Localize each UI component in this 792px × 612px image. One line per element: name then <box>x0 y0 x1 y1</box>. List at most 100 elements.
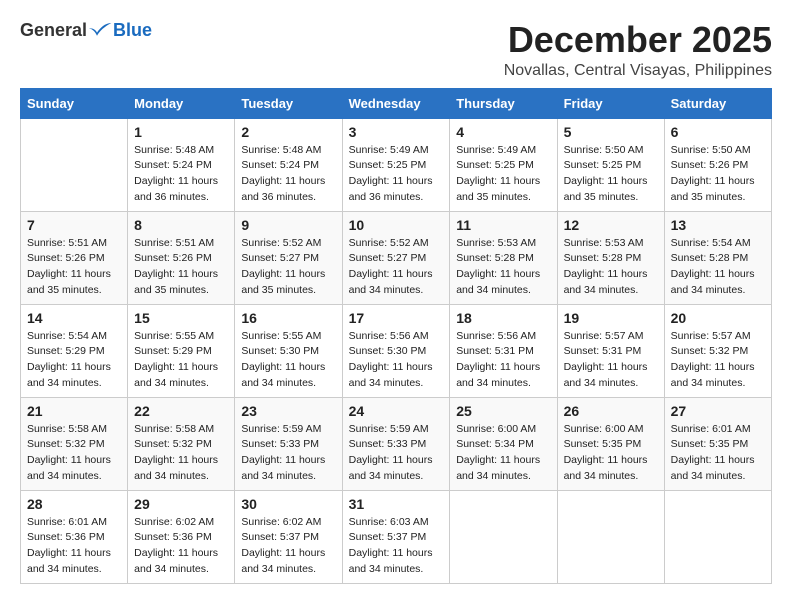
day-number: 10 <box>349 217 444 233</box>
day-info: Sunrise: 5:58 AMSunset: 5:32 PMDaylight:… <box>27 422 121 485</box>
logo-general-text: General <box>20 20 87 41</box>
day-number: 4 <box>456 124 550 140</box>
day-info: Sunrise: 5:55 AMSunset: 5:29 PMDaylight:… <box>134 329 228 392</box>
calendar-cell: 4Sunrise: 5:49 AMSunset: 5:25 PMDaylight… <box>450 118 557 211</box>
calendar-cell: 30 Sunrise: 6:02 AMSunset: 5:37 PMDayligh… <box>235 490 342 583</box>
day-info: Sunrise: 5:51 AMSunset: 5:26 PMDaylight:… <box>27 236 121 299</box>
calendar-cell: 18Sunrise: 5:56 AMSunset: 5:31 PMDayligh… <box>450 304 557 397</box>
day-info: Sunrise: 5:53 AMSunset: 5:28 PMDaylight:… <box>456 236 550 299</box>
calendar-cell: 31 Sunrise: 6:03 AMSunset: 5:37 PMDayligh… <box>342 490 450 583</box>
calendar-week-row: 28Sunrise: 6:01 AMSunset: 5:36 PMDayligh… <box>21 490 772 583</box>
day-info: Sunrise: 6:02 AMSunset: 5:37 PMDaylight:… <box>241 515 335 578</box>
calendar-cell: 12 Sunrise: 5:53 AMSunset: 5:28 PMDayligh… <box>557 211 664 304</box>
calendar-cell: 23 Sunrise: 5:59 AMSunset: 5:33 PMDayligh… <box>235 397 342 490</box>
calendar-cell: 29 Sunrise: 6:02 AMSunset: 5:36 PMDayligh… <box>128 490 235 583</box>
day-number: 18 <box>456 310 550 326</box>
day-number: 30 <box>241 496 335 512</box>
day-number: 23 <box>241 403 335 419</box>
calendar-cell: 8Sunrise: 5:51 AMSunset: 5:26 PMDaylight… <box>128 211 235 304</box>
calendar-cell: 21 Sunrise: 5:58 AMSunset: 5:32 PMDayligh… <box>21 397 128 490</box>
day-number: 2 <box>241 124 335 140</box>
day-number: 19 <box>564 310 658 326</box>
calendar-cell: 16Sunrise: 5:55 AMSunset: 5:30 PMDayligh… <box>235 304 342 397</box>
calendar-cell: 24Sunrise: 5:59 AMSunset: 5:33 PMDayligh… <box>342 397 450 490</box>
weekday-header: Thursday <box>450 88 557 118</box>
day-info: Sunrise: 5:48 AMSunset: 5:24 PMDaylight:… <box>134 143 228 206</box>
calendar-week-row: 21 Sunrise: 5:58 AMSunset: 5:32 PMDayligh… <box>21 397 772 490</box>
weekday-header: Tuesday <box>235 88 342 118</box>
day-number: 14 <box>27 310 121 326</box>
location-title: Novallas, Central Visayas, Philippines <box>504 62 772 80</box>
day-info: Sunrise: 5:50 AMSunset: 5:25 PMDaylight:… <box>564 143 658 206</box>
calendar-cell: 10 Sunrise: 5:52 AMSunset: 5:27 PMDayligh… <box>342 211 450 304</box>
day-number: 20 <box>671 310 765 326</box>
calendar-week-row: 7Sunrise: 5:51 AMSunset: 5:26 PMDaylight… <box>21 211 772 304</box>
weekday-header: Friday <box>557 88 664 118</box>
day-number: 22 <box>134 403 228 419</box>
calendar-cell: 28Sunrise: 6:01 AMSunset: 5:36 PMDayligh… <box>21 490 128 583</box>
day-number: 1 <box>134 124 228 140</box>
month-title: December 2025 <box>504 20 772 60</box>
day-info: Sunrise: 6:00 AMSunset: 5:35 PMDaylight:… <box>564 422 658 485</box>
day-number: 21 <box>27 403 121 419</box>
calendar-cell <box>664 490 771 583</box>
day-info: Sunrise: 5:52 AMSunset: 5:27 PMDaylight:… <box>349 236 444 299</box>
day-info: Sunrise: 5:55 AMSunset: 5:30 PMDaylight:… <box>241 329 335 392</box>
day-info: Sunrise: 6:03 AMSunset: 5:37 PMDaylight:… <box>349 515 444 578</box>
day-number: 29 <box>134 496 228 512</box>
day-number: 12 <box>564 217 658 233</box>
day-number: 27 <box>671 403 765 419</box>
weekday-header: Sunday <box>21 88 128 118</box>
day-info: Sunrise: 5:53 AMSunset: 5:28 PMDaylight:… <box>564 236 658 299</box>
day-info: Sunrise: 6:02 AMSunset: 5:36 PMDaylight:… <box>134 515 228 578</box>
day-number: 6 <box>671 124 765 140</box>
day-info: Sunrise: 5:58 AMSunset: 5:32 PMDaylight:… <box>134 422 228 485</box>
calendar-cell: 11 Sunrise: 5:53 AMSunset: 5:28 PMDayligh… <box>450 211 557 304</box>
day-number: 24 <box>349 403 444 419</box>
calendar-header-row: SundayMondayTuesdayWednesdayThursdayFrid… <box>21 88 772 118</box>
calendar-cell: 14 Sunrise: 5:54 AMSunset: 5:29 PMDayligh… <box>21 304 128 397</box>
day-info: Sunrise: 5:51 AMSunset: 5:26 PMDaylight:… <box>134 236 228 299</box>
day-number: 11 <box>456 217 550 233</box>
calendar-cell: 1 Sunrise: 5:48 AMSunset: 5:24 PMDaylight… <box>128 118 235 211</box>
day-info: Sunrise: 5:54 AMSunset: 5:29 PMDaylight:… <box>27 329 121 392</box>
calendar-cell <box>557 490 664 583</box>
day-info: Sunrise: 5:52 AMSunset: 5:27 PMDaylight:… <box>241 236 335 299</box>
calendar-cell: 17 Sunrise: 5:56 AMSunset: 5:30 PMDayligh… <box>342 304 450 397</box>
day-info: Sunrise: 5:50 AMSunset: 5:26 PMDaylight:… <box>671 143 765 206</box>
weekday-header: Wednesday <box>342 88 450 118</box>
calendar-cell: 2 Sunrise: 5:48 AMSunset: 5:24 PMDaylight… <box>235 118 342 211</box>
logo-blue-text: Blue <box>113 20 152 41</box>
calendar-cell: 9 Sunrise: 5:52 AMSunset: 5:27 PMDaylight… <box>235 211 342 304</box>
calendar-cell: 6 Sunrise: 5:50 AMSunset: 5:26 PMDaylight… <box>664 118 771 211</box>
day-info: Sunrise: 6:01 AMSunset: 5:35 PMDaylight:… <box>671 422 765 485</box>
calendar-cell: 19 Sunrise: 5:57 AMSunset: 5:31 PMDayligh… <box>557 304 664 397</box>
calendar-table: SundayMondayTuesdayWednesdayThursdayFrid… <box>20 88 772 584</box>
calendar-cell: 7Sunrise: 5:51 AMSunset: 5:26 PMDaylight… <box>21 211 128 304</box>
day-info: Sunrise: 5:49 AMSunset: 5:25 PMDaylight:… <box>349 143 444 206</box>
day-number: 13 <box>671 217 765 233</box>
logo: General Blue <box>20 20 152 41</box>
calendar-cell <box>450 490 557 583</box>
calendar-cell: 15Sunrise: 5:55 AMSunset: 5:29 PMDayligh… <box>128 304 235 397</box>
calendar-cell: 27 Sunrise: 6:01 AMSunset: 5:35 PMDayligh… <box>664 397 771 490</box>
day-info: Sunrise: 5:59 AMSunset: 5:33 PMDaylight:… <box>241 422 335 485</box>
calendar-cell: 25Sunrise: 6:00 AMSunset: 5:34 PMDayligh… <box>450 397 557 490</box>
day-number: 31 <box>349 496 444 512</box>
day-number: 5 <box>564 124 658 140</box>
page-header: General Blue December 2025 Novallas, Cen… <box>20 20 772 80</box>
calendar-cell: 22 Sunrise: 5:58 AMSunset: 5:32 PMDayligh… <box>128 397 235 490</box>
day-info: Sunrise: 5:56 AMSunset: 5:30 PMDaylight:… <box>349 329 444 392</box>
day-info: Sunrise: 5:57 AMSunset: 5:31 PMDaylight:… <box>564 329 658 392</box>
calendar-cell: 13 Sunrise: 5:54 AMSunset: 5:28 PMDayligh… <box>664 211 771 304</box>
calendar-cell: 5 Sunrise: 5:50 AMSunset: 5:25 PMDaylight… <box>557 118 664 211</box>
title-section: December 2025 Novallas, Central Visayas,… <box>504 20 772 80</box>
day-number: 26 <box>564 403 658 419</box>
calendar-cell: 3Sunrise: 5:49 AMSunset: 5:25 PMDaylight… <box>342 118 450 211</box>
day-info: Sunrise: 5:48 AMSunset: 5:24 PMDaylight:… <box>241 143 335 206</box>
day-number: 25 <box>456 403 550 419</box>
weekday-header: Saturday <box>664 88 771 118</box>
day-number: 9 <box>241 217 335 233</box>
day-info: Sunrise: 5:54 AMSunset: 5:28 PMDaylight:… <box>671 236 765 299</box>
day-number: 17 <box>349 310 444 326</box>
